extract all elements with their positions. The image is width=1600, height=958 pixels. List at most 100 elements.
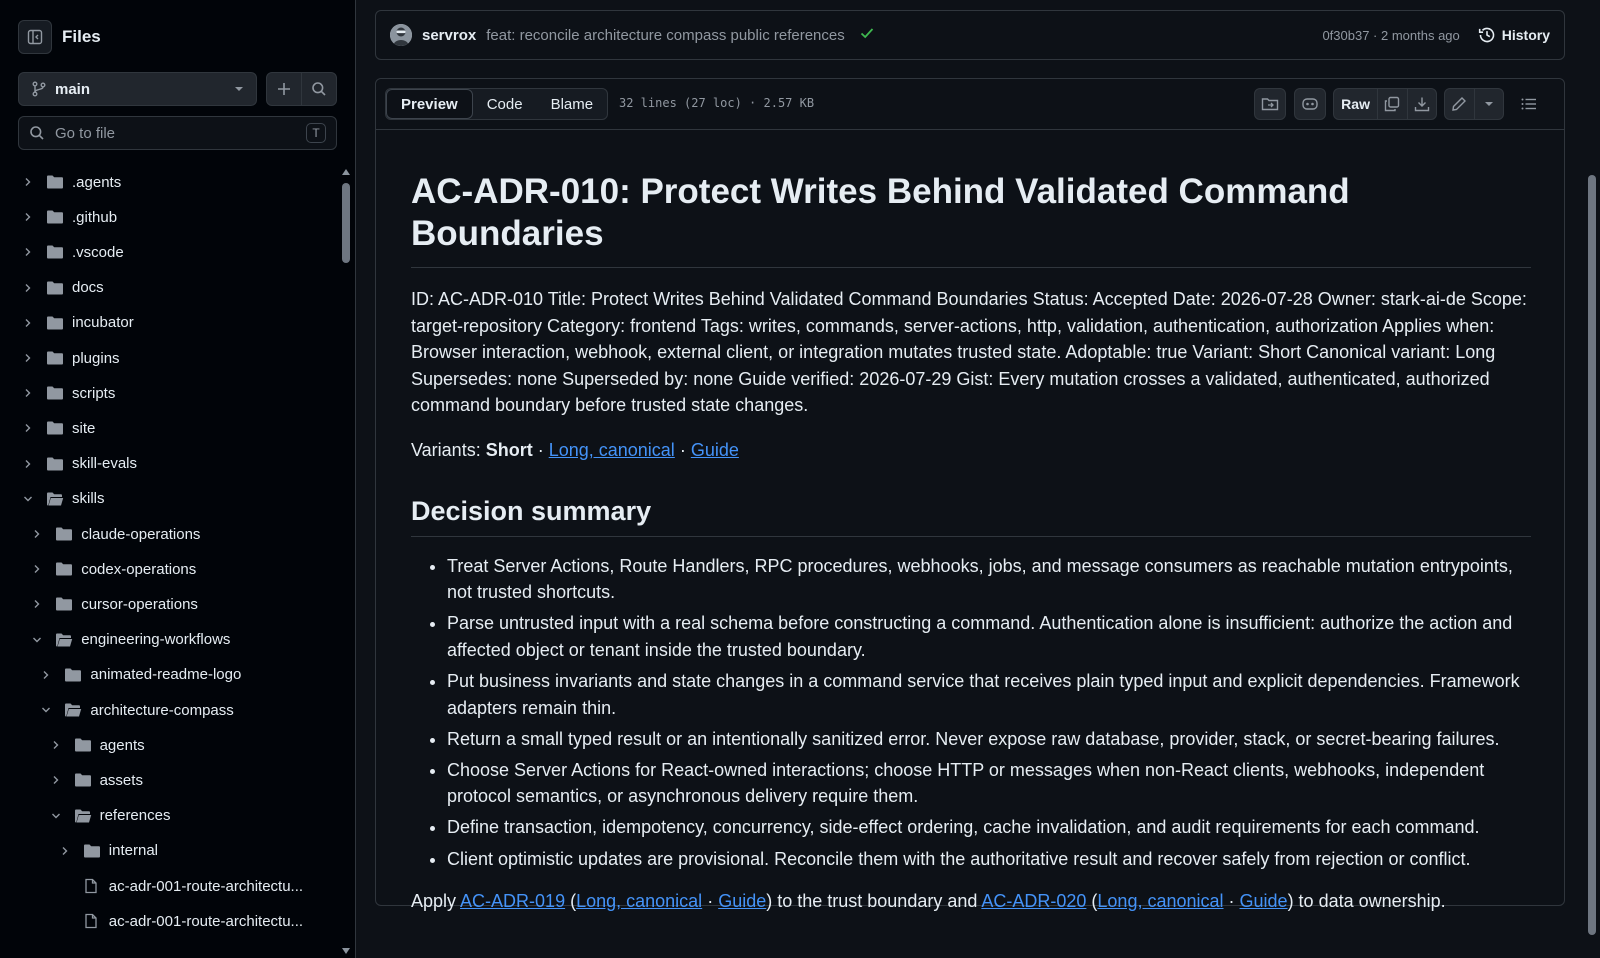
page-scrollbar-thumb[interactable] bbox=[1588, 175, 1596, 935]
tab-blame[interactable]: Blame bbox=[537, 89, 608, 119]
sidebar-header: Files bbox=[18, 20, 101, 54]
folder-icon bbox=[74, 737, 92, 753]
branch-selector-button[interactable]: main bbox=[18, 72, 257, 106]
chevron-right-icon[interactable] bbox=[20, 209, 36, 225]
markdown-body: AC-ADR-010: Protect Writes Behind Valida… bbox=[411, 171, 1531, 915]
raw-button[interactable]: Raw bbox=[1334, 89, 1377, 119]
scroll-up-arrow-icon[interactable] bbox=[342, 169, 350, 175]
tree-folder-item[interactable]: site bbox=[0, 411, 338, 445]
chevron-right-icon[interactable] bbox=[38, 667, 54, 683]
page-scrollbar[interactable] bbox=[1584, 0, 1600, 958]
raw-label: Raw bbox=[1341, 96, 1370, 112]
copy-raw-button[interactable] bbox=[1377, 89, 1406, 119]
tree-folder-item[interactable]: codex-operations bbox=[0, 552, 338, 586]
tree-folder-item[interactable]: engineering-workflows bbox=[0, 623, 338, 657]
folder-icon bbox=[46, 209, 64, 225]
edit-file-button[interactable] bbox=[1445, 89, 1474, 119]
collapse-sidebar-button[interactable] bbox=[18, 20, 52, 54]
download-button[interactable] bbox=[1406, 89, 1436, 119]
edit-options-button[interactable] bbox=[1473, 89, 1503, 119]
tree-folder-item[interactable]: incubator bbox=[0, 306, 338, 340]
file-stats: 32 lines (27 loc) · 2.57 KB bbox=[619, 96, 815, 110]
tree-folder-item[interactable]: .vscode bbox=[0, 235, 338, 269]
outline-button[interactable] bbox=[1513, 88, 1545, 120]
ac-adr-019-link[interactable]: AC-ADR-019 bbox=[460, 891, 565, 911]
tree-folder-item[interactable]: assets bbox=[0, 763, 338, 797]
chevron-down-icon[interactable] bbox=[20, 491, 36, 507]
add-file-button[interactable] bbox=[267, 73, 301, 105]
tree-folder-item[interactable]: .github bbox=[0, 200, 338, 234]
folder-open-icon bbox=[55, 632, 73, 648]
commit-sha-and-time[interactable]: 0f30b37 · 2 months ago bbox=[1322, 28, 1459, 43]
search-icon bbox=[30, 126, 44, 140]
chevron-right-icon[interactable] bbox=[29, 596, 45, 612]
tree-folder-item[interactable]: .agents bbox=[0, 165, 338, 199]
tree-folder-item[interactable]: references bbox=[0, 799, 338, 833]
chevron-right-icon[interactable] bbox=[20, 315, 36, 331]
avatar[interactable] bbox=[390, 24, 412, 46]
scroll-down-arrow-icon[interactable] bbox=[342, 948, 350, 954]
chevron-right-icon[interactable] bbox=[20, 174, 36, 190]
list-item: Choose Server Actions for React-owned in… bbox=[447, 757, 1531, 810]
plus-icon bbox=[278, 83, 290, 95]
scrollbar-thumb[interactable] bbox=[342, 183, 350, 263]
chevron-down-icon[interactable] bbox=[38, 702, 54, 718]
sidebar-title: Files bbox=[62, 27, 101, 46]
tree-folder-item[interactable]: animated-readme-logo bbox=[0, 658, 338, 692]
tree-file-item[interactable]: ac-adr-001-route-architectu... bbox=[0, 904, 338, 938]
adr019-long-canonical-link[interactable]: Long, canonical bbox=[576, 891, 702, 911]
commit-author-link[interactable]: servrox bbox=[422, 27, 476, 44]
ac-adr-020-link[interactable]: AC-ADR-020 bbox=[981, 891, 1086, 911]
go-to-file-input[interactable] bbox=[53, 123, 306, 143]
chevron-right-icon[interactable] bbox=[20, 456, 36, 472]
tree-folder-item[interactable]: internal bbox=[0, 834, 338, 868]
adr020-guide-link[interactable]: Guide bbox=[1240, 891, 1288, 911]
chevron-right-icon[interactable] bbox=[29, 561, 45, 577]
tree-folder-item[interactable]: architecture-compass bbox=[0, 693, 338, 727]
guide-link[interactable]: Guide bbox=[691, 440, 739, 460]
chevron-right-icon[interactable] bbox=[20, 350, 36, 366]
tree-folder-item[interactable]: claude-operations bbox=[0, 517, 338, 551]
tab-preview[interactable]: Preview bbox=[386, 89, 473, 119]
chevron-right-icon[interactable] bbox=[57, 843, 73, 859]
separator: · bbox=[674, 439, 691, 460]
tree-folder-item[interactable]: agents bbox=[0, 728, 338, 762]
chevron-right-icon[interactable] bbox=[20, 420, 36, 436]
chevron-right-icon[interactable] bbox=[20, 385, 36, 401]
tree-folder-item[interactable]: plugins bbox=[0, 341, 338, 375]
tree-folder-item[interactable]: docs bbox=[0, 271, 338, 305]
move-file-button[interactable] bbox=[1254, 88, 1286, 120]
sidebar-scrollbar[interactable] bbox=[340, 165, 353, 958]
folder-open-icon bbox=[74, 808, 92, 824]
chevron-down-icon[interactable] bbox=[48, 808, 64, 824]
chevron-down-icon[interactable] bbox=[29, 632, 45, 648]
tree-folder-item[interactable]: skills bbox=[0, 482, 338, 516]
go-to-file-field[interactable]: T bbox=[18, 116, 337, 150]
adr019-guide-link[interactable]: Guide bbox=[718, 891, 766, 911]
tree-folder-item[interactable]: cursor-operations bbox=[0, 587, 338, 621]
check-status-icon[interactable] bbox=[859, 25, 875, 46]
tree-folder-item[interactable]: scripts bbox=[0, 376, 338, 410]
separator: · bbox=[702, 891, 719, 912]
folder-icon bbox=[46, 244, 64, 260]
chevron-right-icon[interactable] bbox=[48, 772, 64, 788]
apply-end: ) to data ownership. bbox=[1287, 891, 1446, 912]
chevron-right-icon[interactable] bbox=[20, 244, 36, 260]
folder-icon bbox=[55, 526, 73, 542]
search-files-button[interactable] bbox=[301, 73, 336, 105]
long-canonical-link[interactable]: Long, canonical bbox=[549, 440, 675, 460]
chevron-right-icon[interactable] bbox=[29, 526, 45, 542]
tree-item-label: codex-operations bbox=[81, 560, 197, 578]
commit-message-link[interactable]: feat: reconcile architecture compass pub… bbox=[486, 27, 845, 44]
chevron-right-icon[interactable] bbox=[20, 280, 36, 296]
history-button[interactable]: History bbox=[1478, 26, 1550, 44]
tab-code[interactable]: Code bbox=[473, 89, 537, 119]
tree-item-label: .vscode bbox=[72, 243, 124, 261]
tree-file-item[interactable]: ac-adr-001-route-architectu... bbox=[0, 869, 338, 903]
adr020-long-canonical-link[interactable]: Long, canonical bbox=[1097, 891, 1223, 911]
file-icon bbox=[83, 878, 101, 894]
copilot-button[interactable] bbox=[1294, 88, 1326, 120]
chevron-right-icon[interactable] bbox=[48, 737, 64, 753]
tree-folder-item[interactable]: skill-evals bbox=[0, 447, 338, 481]
tree-item-label: references bbox=[99, 807, 171, 825]
